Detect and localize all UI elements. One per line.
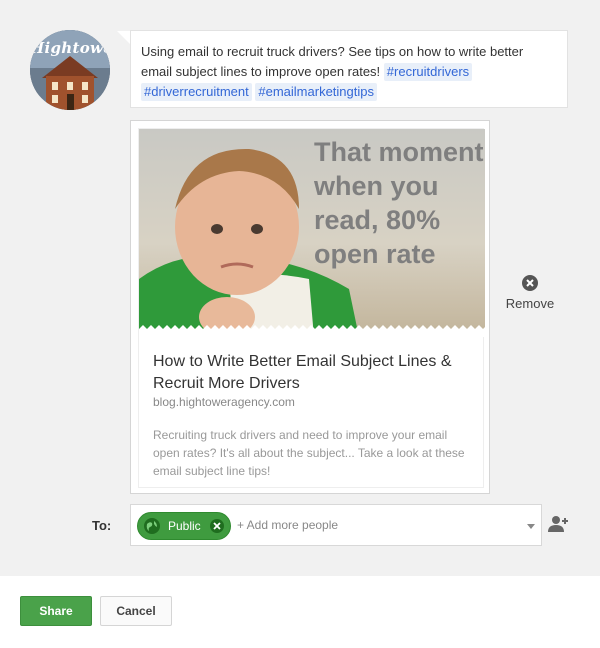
hashtag[interactable]: #emailmarketingtips: [255, 83, 377, 101]
link-preview-inner: That moment when you read, 80% open rate…: [138, 128, 485, 488]
hashtag[interactable]: #driverrecruitment: [141, 83, 252, 101]
to-label: To:: [92, 518, 112, 533]
add-people-input[interactable]: + Add more people: [237, 518, 338, 532]
meme-caption: That moment when you read, 80% open rate: [314, 137, 484, 269]
link-preview-image[interactable]: That moment when you read, 80% open rate: [139, 129, 485, 337]
link-domain: blog.hightoweragency.com: [153, 395, 295, 409]
globe-icon: [144, 518, 160, 534]
link-preview-card: That moment when you read, 80% open rate…: [130, 120, 490, 494]
remove-label: Remove: [505, 296, 555, 311]
post-text-bubble[interactable]: Using email to recruit truck drivers? Se…: [130, 30, 568, 108]
bubble-tail: [117, 31, 131, 45]
footer-bar: Share Cancel: [0, 576, 600, 648]
link-title[interactable]: How to Write Better Email Subject Lines …: [153, 351, 463, 395]
hashtag[interactable]: #recruitdrivers: [383, 63, 473, 81]
cancel-button[interactable]: Cancel: [100, 596, 172, 626]
remove-link-button[interactable]: Remove: [502, 275, 558, 311]
close-circle-icon[interactable]: [209, 518, 225, 534]
close-circle-icon: [522, 275, 538, 291]
add-person-icon[interactable]: [548, 515, 568, 533]
audience-field[interactable]: Public + Add more people: [130, 504, 542, 546]
audience-chip-label: Public: [168, 519, 201, 533]
avatar: Hightower: [30, 30, 110, 110]
avatar-logo-text: Hightower: [30, 39, 110, 57]
link-description: Recruiting truck drivers and need to imp…: [153, 428, 465, 478]
audience-chip-public[interactable]: Public: [137, 512, 231, 540]
share-button[interactable]: Share: [20, 596, 92, 626]
chevron-down-icon[interactable]: [527, 524, 535, 529]
